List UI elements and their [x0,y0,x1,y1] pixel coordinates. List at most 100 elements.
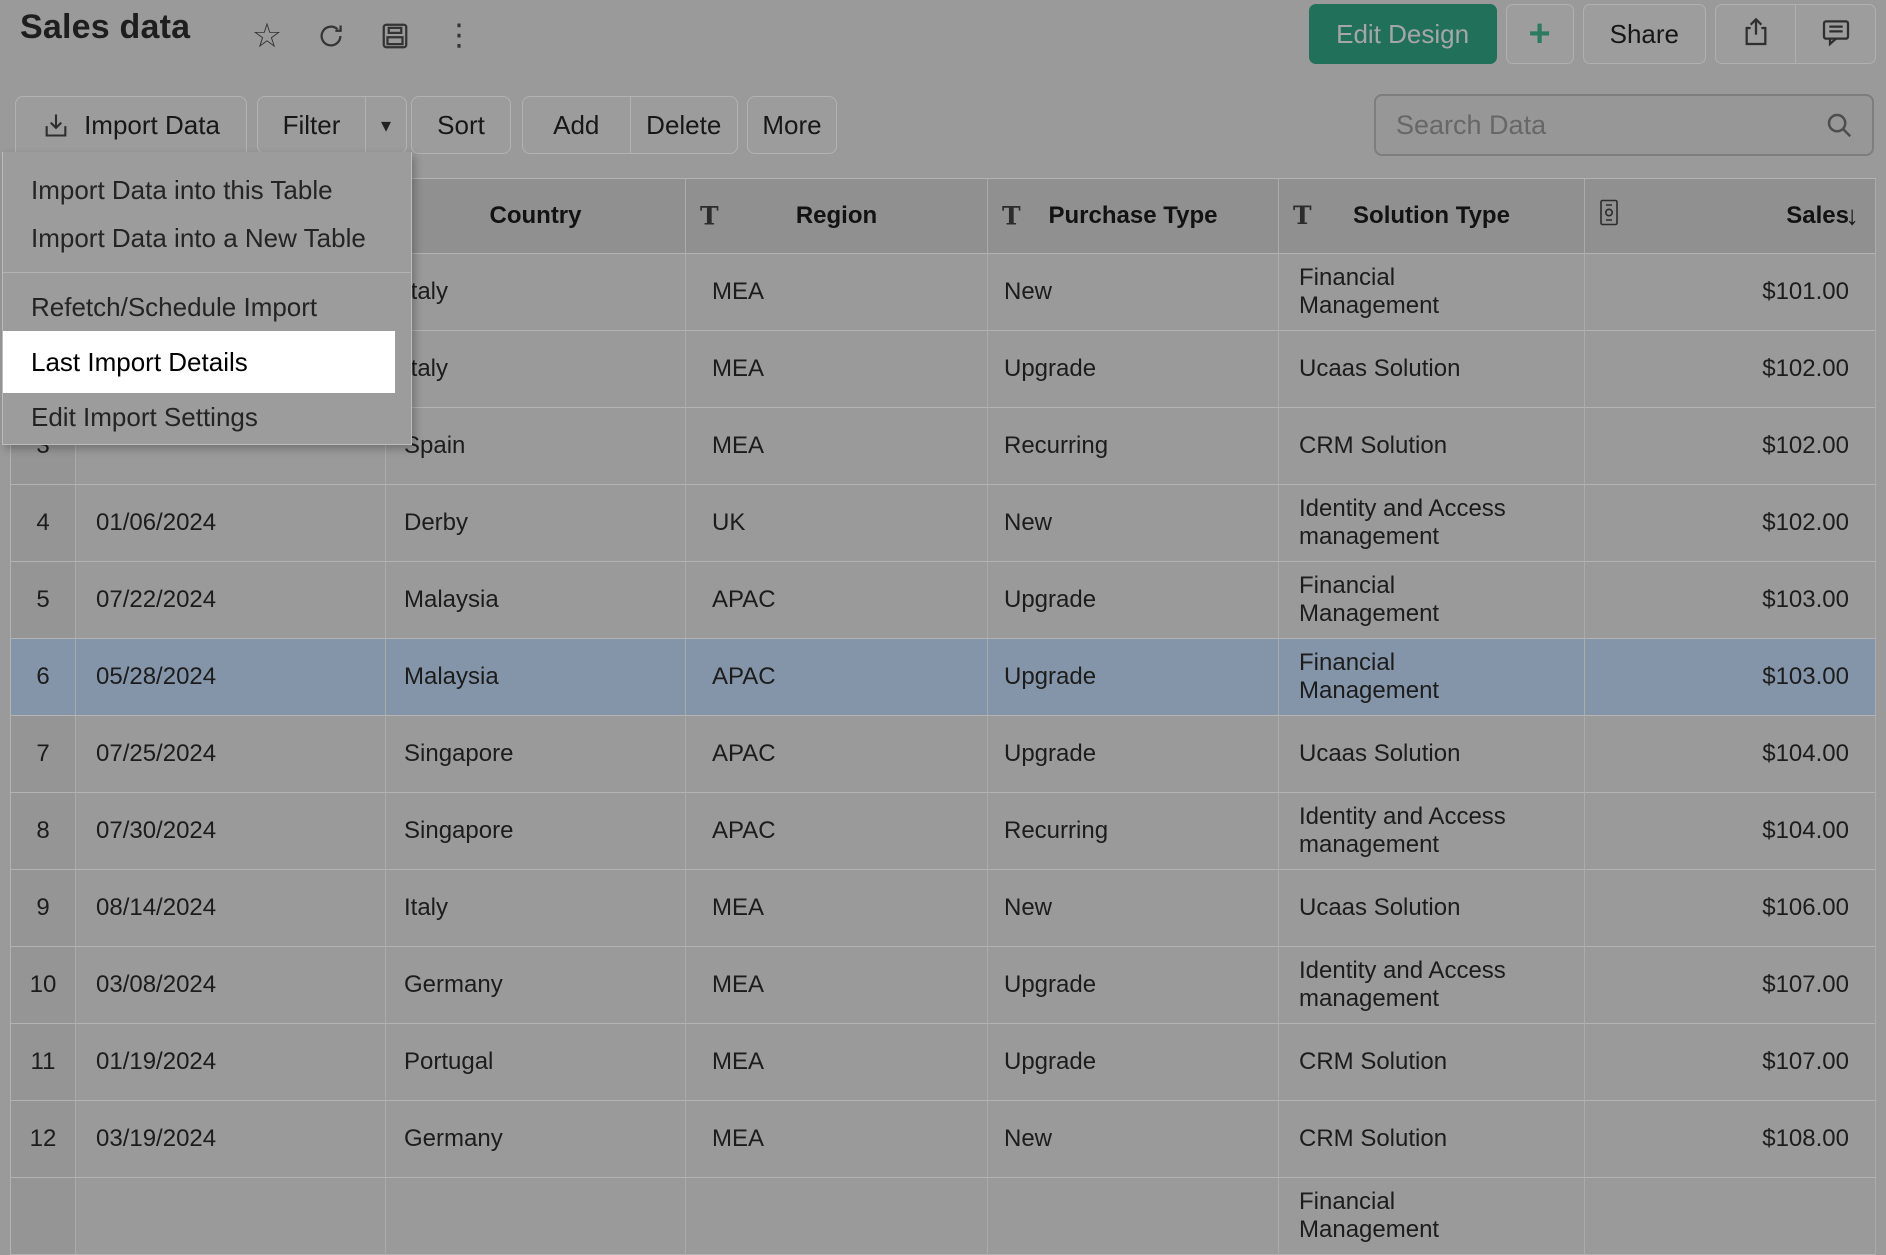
cell-region[interactable]: APAC [686,793,988,870]
cell-region[interactable]: MEA [686,1024,988,1101]
cell-solution[interactable]: Financial Management [1279,639,1585,716]
cell-purchase[interactable]: Upgrade [988,716,1279,793]
save-icon[interactable] [378,19,412,53]
cell-solution[interactable]: Financial Management [1279,1178,1585,1255]
cell-region[interactable]: MEA [686,947,988,1024]
column-header-purchase[interactable]: TPurchase Type [988,179,1279,254]
row-number-cell[interactable] [11,1178,76,1255]
add-row-button[interactable]: Add [523,97,630,153]
cell-country[interactable]: Malaysia [386,639,686,716]
more-button[interactable]: More [747,96,837,154]
menu-item-refetch-schedule-import[interactable]: Refetch/Schedule Import [3,283,411,331]
cell-sales[interactable]: $102.00 [1585,485,1876,562]
edit-design-button[interactable]: Edit Design [1309,4,1497,64]
cell-sales[interactable]: $104.00 [1585,716,1876,793]
column-header-region[interactable]: TRegion [686,179,988,254]
cell-purchase[interactable]: Upgrade [988,331,1279,408]
cell-region[interactable]: MEA [686,1101,988,1178]
cell-country[interactable]: Portugal [386,1024,686,1101]
row-number-cell[interactable]: 10 [11,947,76,1024]
cell-solution[interactable]: Identity and Access management [1279,793,1585,870]
cell-sales[interactable] [1585,1178,1876,1255]
cell-date[interactable]: 01/19/2024 [76,1024,386,1101]
export-button[interactable] [1716,5,1795,63]
row-number-cell[interactable]: 4 [11,485,76,562]
cell-solution[interactable]: Ucaas Solution [1279,331,1585,408]
cell-region[interactable] [686,1178,988,1255]
cell-region[interactable]: UK [686,485,988,562]
cell-date[interactable]: 01/06/2024 [76,485,386,562]
cell-country[interactable]: Germany [386,947,686,1024]
comments-button[interactable] [1795,5,1875,63]
column-header-country[interactable]: Country [386,179,686,254]
cell-solution[interactable]: Ucaas Solution [1279,716,1585,793]
cell-region[interactable]: APAC [686,562,988,639]
add-new-button[interactable]: + [1506,4,1574,64]
menu-item-import-data-into-a-new-table[interactable]: Import Data into a New Table [3,214,411,262]
row-number-cell[interactable]: 8 [11,793,76,870]
cell-purchase[interactable]: Upgrade [988,1024,1279,1101]
kebab-menu-icon[interactable]: ⋮ [442,19,476,53]
row-number-cell[interactable]: 6 [11,639,76,716]
search-input[interactable] [1394,109,1824,142]
cell-sales[interactable]: $103.00 [1585,562,1876,639]
cell-country[interactable]: Italy [386,870,686,947]
cell-country[interactable]: Malaysia [386,562,686,639]
cell-country[interactable]: Derby [386,485,686,562]
cell-sales[interactable]: $102.00 [1585,331,1876,408]
cell-purchase[interactable]: Upgrade [988,639,1279,716]
cell-country[interactable]: Singapore [386,716,686,793]
filter-button[interactable]: Filter ▾ [257,96,407,154]
cell-sales[interactable]: $103.00 [1585,639,1876,716]
cell-solution[interactable]: CRM Solution [1279,1101,1585,1178]
cell-solution[interactable]: Ucaas Solution [1279,870,1585,947]
cell-purchase[interactable]: Upgrade [988,947,1279,1024]
cell-region[interactable]: APAC [686,639,988,716]
cell-country[interactable]: Spain [386,408,686,485]
cell-date[interactable]: 07/25/2024 [76,716,386,793]
cell-purchase[interactable]: New [988,485,1279,562]
row-number-cell[interactable]: 11 [11,1024,76,1101]
import-data-button[interactable]: Import Data [15,96,247,154]
menu-item-import-data-into-this-table[interactable]: Import Data into this Table [3,166,411,214]
cell-purchase[interactable]: New [988,1101,1279,1178]
cell-solution[interactable]: Identity and Access management [1279,947,1585,1024]
cell-date[interactable]: 05/28/2024 [76,639,386,716]
cell-country[interactable]: Italy [386,331,686,408]
cell-date[interactable]: 08/14/2024 [76,870,386,947]
cell-solution[interactable]: Financial Management [1279,562,1585,639]
cell-country[interactable]: Italy [386,254,686,331]
cell-date[interactable] [76,1178,386,1255]
menu-item-edit-import-settings[interactable]: Edit Import Settings [3,393,411,441]
cell-purchase[interactable]: Upgrade [988,562,1279,639]
cell-country[interactable] [386,1178,686,1255]
sort-descending-icon[interactable]: ↓ [1846,201,1860,232]
cell-region[interactable]: MEA [686,408,988,485]
row-number-cell[interactable]: 12 [11,1101,76,1178]
cell-sales[interactable]: $102.00 [1585,408,1876,485]
cell-purchase[interactable] [988,1178,1279,1255]
filter-dropdown-caret[interactable]: ▾ [365,97,406,153]
cell-solution[interactable]: CRM Solution [1279,1024,1585,1101]
cell-solution[interactable]: Identity and Access management [1279,485,1585,562]
cell-sales[interactable]: $104.00 [1585,793,1876,870]
cell-date[interactable]: 07/30/2024 [76,793,386,870]
cell-date[interactable]: 03/19/2024 [76,1101,386,1178]
row-number-cell[interactable]: 7 [11,716,76,793]
cell-sales[interactable]: $106.00 [1585,870,1876,947]
cell-purchase[interactable]: New [988,254,1279,331]
cell-country[interactable]: Singapore [386,793,686,870]
delete-row-button[interactable]: Delete [630,97,738,153]
column-header-sales[interactable]: Sales↓ [1585,179,1876,254]
cell-region[interactable]: MEA [686,331,988,408]
cell-solution[interactable]: CRM Solution [1279,408,1585,485]
cell-region[interactable]: APAC [686,716,988,793]
favorite-star-icon[interactable]: ☆ [250,19,284,53]
cell-sales[interactable]: $101.00 [1585,254,1876,331]
cell-region[interactable]: MEA [686,870,988,947]
cell-purchase[interactable]: Recurring [988,408,1279,485]
row-number-cell[interactable]: 9 [11,870,76,947]
cell-purchase[interactable]: New [988,870,1279,947]
refresh-icon[interactable] [314,19,348,53]
sort-button[interactable]: Sort [411,96,511,154]
